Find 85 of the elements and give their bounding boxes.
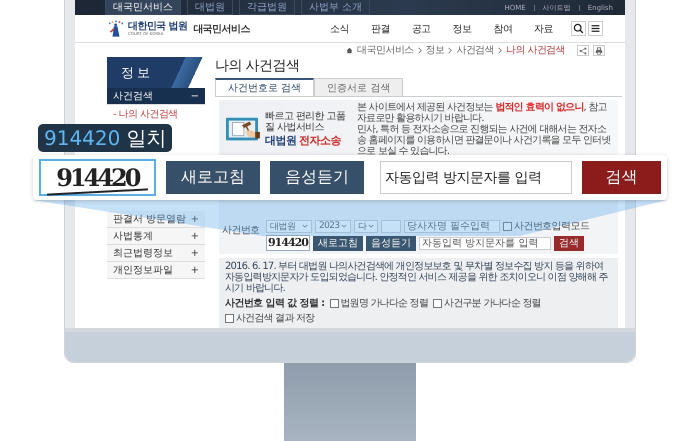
checkbox-option[interactable]: 법원명 가나다순 정렬	[330, 296, 428, 310]
checkbox-option[interactable]: 사건번호입력모드	[503, 219, 590, 233]
banner-notice: 민사, 특허 등 전자소송으로 진행되는 사건에 대해서는 전자소송 홈페이지를 이용하시면 판결문이나 사건기록을 모두 인터넷으로 보실 수 있습니다.	[357, 124, 612, 157]
court-select[interactable]: 대법원	[266, 220, 312, 232]
breadcrumb-link[interactable]: 나의 사건검색	[506, 46, 565, 56]
home-icon	[346, 47, 354, 54]
menu-button[interactable]	[588, 21, 603, 36]
print-button[interactable]	[593, 45, 605, 56]
captcha-image: 914420	[39, 159, 156, 196]
captcha-input-field[interactable]: 자동입력 방지문자를 입력	[380, 161, 572, 194]
match-code: 914420	[44, 126, 120, 150]
nav-link[interactable]: 자료	[534, 22, 553, 36]
banner-notice: 본 사이트에서 제공된 사건정보는 법적인 효력이 없으니, 참고자료로만 활용하시기 바랍니다.	[357, 102, 608, 124]
field-label: 사건번호	[222, 224, 261, 237]
sidebar-item[interactable]: 사건검색 −	[107, 88, 205, 105]
refresh-button[interactable]: 새로고침	[166, 161, 260, 194]
search-tab[interactable]: 인증서로 검색	[314, 78, 404, 96]
year-select[interactable]: 2023	[315, 220, 351, 232]
case-type-select[interactable]: 다	[354, 220, 378, 232]
breadcrumb-link[interactable]: 대국민서비스	[357, 46, 414, 56]
logo-title: 대한민국 법원	[128, 22, 188, 32]
case-number-field[interactable]	[381, 220, 401, 232]
site-tab[interactable]: 각급법원	[239, 0, 295, 15]
toggle-sign: −	[190, 90, 199, 102]
sidebar-item[interactable]: 최근법령정보 +	[107, 245, 205, 262]
checkbox-option[interactable]: 사건구분 가나다순 정렬	[433, 296, 541, 310]
search-button[interactable]	[571, 21, 586, 36]
audio-button[interactable]: 음성듣기	[366, 236, 416, 250]
nav-link[interactable]: 소식	[330, 22, 349, 36]
checkbox-option[interactable]: 사건검색 결과 저장	[225, 311, 314, 325]
logo-icon	[107, 20, 125, 38]
banner-tagline: 빠르고 편리한 고품질 사법서비스	[265, 111, 346, 133]
sidebar-item[interactable]: 개인정보파일 +	[107, 262, 205, 279]
caret-icon	[302, 224, 308, 228]
match-label: 일치	[126, 124, 166, 152]
toggle-sign: +	[190, 264, 199, 276]
toggle-sign: +	[190, 248, 199, 258]
sidebar-item-label: 개인정보파일	[113, 264, 173, 277]
caret-icon	[341, 224, 347, 228]
captcha-input-field[interactable]: 자동입력 방지문자를 입력	[419, 236, 551, 250]
sidebar-subitem[interactable]: - 나의 사건검색	[107, 105, 205, 123]
site-tab[interactable]: 사법부 소개	[301, 0, 370, 15]
nav-link[interactable]: 판결	[370, 22, 390, 36]
options-label: 사건번호 입력 값 정렬 :	[225, 297, 325, 310]
chevron-icon	[448, 47, 452, 54]
checkbox[interactable]	[433, 298, 442, 308]
sidebar-item-label: 사법통계	[113, 230, 153, 243]
checkbox[interactable]	[330, 298, 339, 308]
banner-title-highlight: 전자소송	[299, 133, 341, 148]
breadcrumb-link[interactable]: 정보	[426, 46, 444, 56]
caret-icon	[368, 224, 374, 228]
checkbox[interactable]	[503, 222, 512, 230]
toggle-sign: +	[190, 230, 199, 242]
toggle-sign: +	[190, 214, 199, 224]
notice-text: 2016. 6. 17. 부터 대법원 나의사건검색에 개인정보보호 및 무차별 정보수집 방지 등을 위하여 자동입력방지문자가 도입되었습니다. 안정적인 서비스 제공을 위한 조치이오니 이점 양해해 주시기 바랍니다.	[225, 261, 609, 294]
sidebar-item[interactable]: 사법통계 +	[107, 228, 205, 245]
audio-button[interactable]: 음성듣기	[270, 161, 364, 194]
checkbox[interactable]	[225, 314, 234, 322]
chevron-icon	[418, 47, 422, 54]
search-button[interactable]: 검색	[582, 161, 661, 194]
printer-icon	[595, 46, 603, 54]
sidebar-item-label: 최근법령정보	[113, 247, 173, 260]
chevron-icon	[498, 47, 502, 54]
site-tab[interactable]: 대국민서비스	[105, 0, 181, 15]
site-tab[interactable]: 대법원	[187, 0, 233, 15]
service-name: 대국민서비스	[193, 22, 250, 36]
breadcrumb-link[interactable]: 사건검색	[456, 46, 494, 56]
refresh-button[interactable]: 새로고침	[313, 236, 363, 250]
page-title: 나의 사건검색	[215, 57, 300, 76]
banner-title: 대법원	[265, 133, 296, 148]
share-icon	[579, 46, 587, 54]
party-name-field[interactable]: 당사자명 필수입력	[404, 220, 500, 232]
sidebar-item-label: 판결서 방문열람	[113, 213, 186, 226]
sidebar-title: 정보	[121, 64, 153, 82]
sidebar-item-label: 사건검색	[113, 90, 153, 103]
menu-icon	[590, 23, 601, 34]
search-icon	[573, 23, 584, 34]
nav-link[interactable]: 정보	[452, 22, 472, 36]
nav-link[interactable]: 공고	[412, 22, 431, 36]
captcha-image: 914420	[266, 235, 310, 251]
share-button[interactable]	[577, 45, 589, 56]
search-button[interactable]: 검색	[554, 236, 584, 250]
search-tab[interactable]: 사건번호로 검색	[215, 78, 314, 96]
sidebar-item[interactable]: 판결서 방문열람 +	[107, 211, 205, 228]
nav-link[interactable]: 참여	[493, 22, 512, 36]
